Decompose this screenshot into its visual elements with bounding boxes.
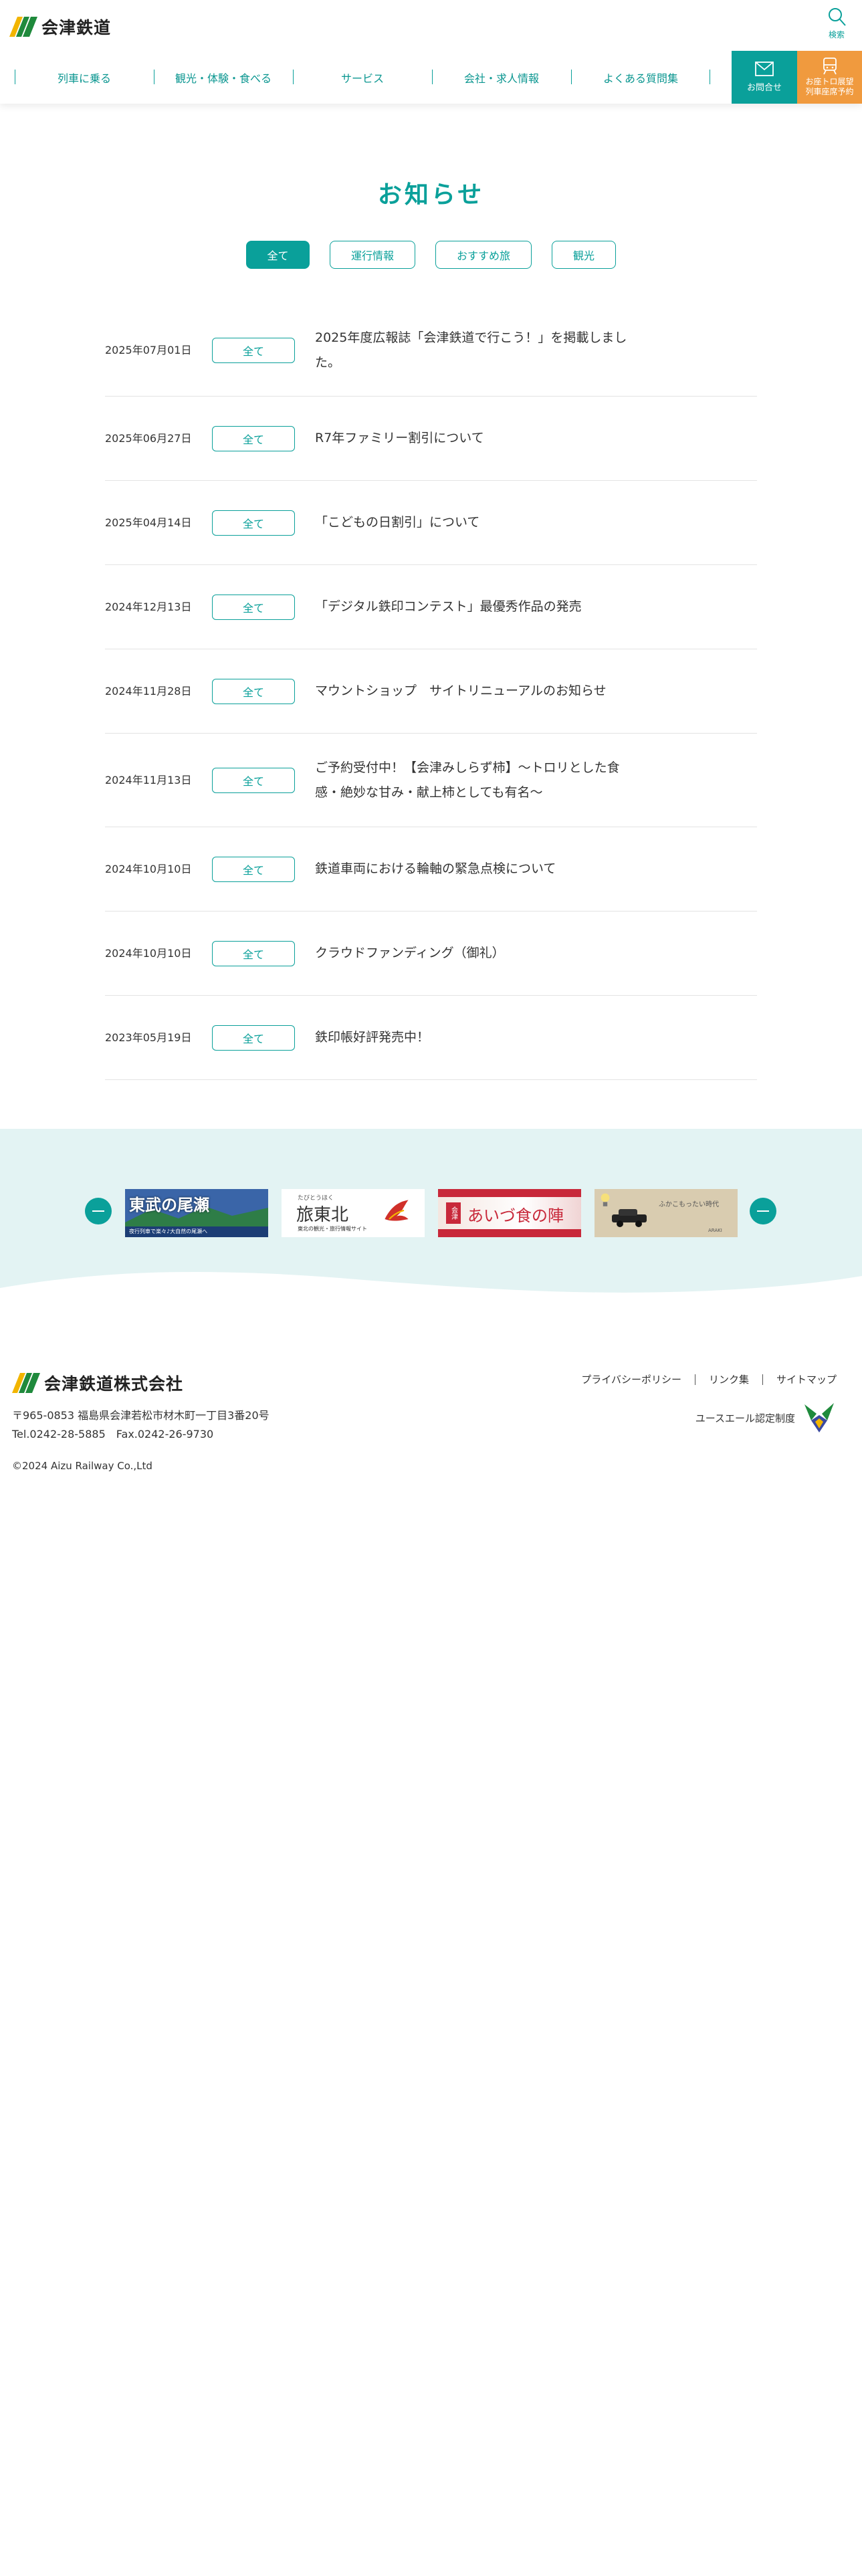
banner-tobu-oze-caption: 夜行列車で楽々♪大自然の尾瀬へ (129, 1228, 208, 1235)
filter-recommended-trips[interactable]: おすすめ旅 (435, 241, 532, 269)
contact-label: お問合せ (746, 83, 782, 93)
carousel-next-button[interactable] (750, 1198, 776, 1224)
main-nav: 列車に乗る 観光・体験・食べる サービス 会社・求人情報 よくある質問集 お問合… (0, 51, 862, 104)
mail-icon (755, 62, 774, 76)
news-title[interactable]: クラウドファンディング（御礼） (315, 941, 636, 966)
dash-icon (92, 1210, 104, 1212)
reserve-label-line2: 列車座席予約 (805, 87, 854, 96)
car-icon (612, 1209, 647, 1227)
news-row[interactable]: 2025年04月14日 全て 「こどもの日割引」について (105, 481, 757, 565)
news-title[interactable]: R7年ファミリー割引について (315, 426, 636, 451)
banner-tobu-oze[interactable]: 東武の尾瀬 夜行列車で楽々♪大自然の尾瀬へ (125, 1189, 268, 1237)
logo-mark-icon (12, 1373, 40, 1393)
filter-sightseeing[interactable]: 観光 (552, 241, 616, 269)
reserve-label-line1: お座トロ展望 (805, 77, 854, 86)
footer-company-name: 会津鉄道株式会社 (44, 1374, 184, 1394)
news-row[interactable]: 2025年06月27日 全て R7年ファミリー割引について (105, 397, 757, 481)
news-tag: 全て (212, 337, 295, 363)
news-title[interactable]: 「こどもの日割引」について (315, 510, 636, 535)
news-title[interactable]: ご予約受付中！【会津みしらず柿】～トロリとした食感・絶妙な甘み・献上柿としても有… (315, 756, 636, 805)
logo-text: 会津鉄道 (41, 18, 112, 37)
news-tag: 全て (212, 678, 295, 704)
news-tag: 全て (212, 510, 295, 536)
logo-mark-icon (9, 17, 37, 37)
contact-button[interactable]: お問合せ (732, 51, 797, 104)
news-date: 2024年11月13日 (105, 773, 192, 786)
news-date: 2025年04月14日 (105, 516, 192, 529)
news-tag: 全て (212, 940, 295, 966)
footer-address-block: 〒965-0853 福島県会津若松市材木町一丁目3番20号 Tel.0242-2… (12, 1406, 270, 1444)
site-header: 会津鉄道 検索 列車に乗る 観光・体験・食べる サービス 会社・求人情報 よくあ… (0, 0, 862, 104)
news-row[interactable]: 2024年12月13日 全て 「デジタル鉄印コンテスト」最優秀作品の発売 (105, 565, 757, 649)
page-title: お知らせ (377, 181, 485, 209)
banner-aizu-badge: 会津 (446, 1202, 461, 1224)
banner-fukakomottai[interactable]: ふかこもったい時代 ARAKI (595, 1189, 738, 1237)
news-date: 2024年10月10日 (105, 946, 192, 960)
footer-tel: Tel.0242-28-5885 Fax.0242-26-9730 (12, 1428, 214, 1440)
news-date: 2023年05月19日 (105, 1031, 192, 1044)
train-icon (823, 58, 837, 75)
banner-tobu-oze-title: 東武の尾瀬 (129, 1195, 209, 1214)
banner-tabitohoku-title: 旅東北 (296, 1205, 349, 1225)
nav-item-sightseeing[interactable]: 観光・体験・食べる (154, 51, 293, 104)
youth-yell-certification[interactable]: ユースエール認定制度 (695, 1400, 837, 1435)
news-title[interactable]: 鉄印帳好評発売中！ (315, 1025, 636, 1050)
lightbulb-icon (601, 1193, 610, 1206)
news-tag: 全て (212, 425, 295, 451)
news-date: 2025年07月01日 (105, 343, 192, 356)
carousel-prev-button[interactable] (85, 1198, 112, 1224)
nav-item-services[interactable]: サービス (293, 51, 432, 104)
youth-yell-icon (804, 1403, 834, 1432)
news-tag: 全て (212, 856, 295, 882)
nav-item-company[interactable]: 会社・求人情報 (432, 51, 571, 104)
dash-icon (757, 1210, 769, 1212)
wave-divider (0, 1271, 862, 1309)
banner-aizu-shokunojin[interactable]: 会津 あいづ食の陣 (438, 1189, 581, 1237)
footer-copyright: ©2024 Aizu Railway Co.,Ltd (12, 1460, 152, 1472)
filter-all[interactable]: 全て (246, 241, 310, 269)
news-row[interactable]: 2024年10月10日 全て 鉄道車両における輪軸の緊急点検について (105, 827, 757, 911)
news-tag: 全て (212, 767, 295, 793)
news-row[interactable]: 2023年05月19日 全て 鉄印帳好評発売中！ (105, 996, 757, 1080)
search-icon (829, 8, 846, 26)
news-title[interactable]: マウントショップ サイトリニューアルのお知らせ (315, 679, 636, 704)
footer-links: プライバシーポリシー リンク集 サイトマップ (568, 1374, 837, 1385)
footer-address: 〒965-0853 福島県会津若松市材木町一丁目3番20号 (12, 1409, 270, 1422)
footer-link-privacy[interactable]: プライバシーポリシー (568, 1374, 695, 1385)
search-label: 検索 (828, 30, 845, 39)
news-title[interactable]: 鉄道車両における輪軸の緊急点検について (315, 857, 636, 881)
footer-logo[interactable]: 会津鉄道株式会社 (12, 1371, 183, 1395)
news-title[interactable]: 「デジタル鉄印コンテスト」最優秀作品の発売 (315, 595, 636, 619)
filter-operation-info[interactable]: 運行情報 (330, 241, 415, 269)
phoenix-icon (385, 1200, 409, 1221)
news-tag: 全て (212, 1025, 295, 1051)
nav-item-ride-trains[interactable]: 列車に乗る (15, 51, 154, 104)
news-date: 2024年12月13日 (105, 600, 192, 613)
youth-yell-label: ユースエール認定制度 (695, 1412, 795, 1424)
news-date: 2025年06月27日 (105, 431, 192, 445)
nav-list: 列車に乗る 観光・体験・食べる サービス 会社・求人情報 よくある質問集 (15, 51, 732, 104)
category-filters: 全て 運行情報 おすすめ旅 観光 (0, 241, 862, 269)
news-row[interactable]: 2024年11月28日 全て マウントショップ サイトリニューアルのお知らせ (105, 649, 757, 734)
news-list: 2025年07月01日 全て 2025年度広報誌「会津鉄道で行こう！」を掲載しま… (105, 304, 757, 1080)
banner-fukakomottai-caption: ARAKI (708, 1228, 722, 1233)
news-date: 2024年10月10日 (105, 862, 192, 875)
footer-link-links[interactable]: リンク集 (694, 1374, 762, 1385)
news-row[interactable]: 2024年10月10日 全て クラウドファンディング（御礼） (105, 911, 757, 996)
search-button[interactable]: 検索 (823, 7, 850, 41)
site-logo[interactable]: 会津鉄道 (9, 15, 111, 39)
news-date: 2024年11月28日 (105, 684, 192, 697)
news-tag: 全て (212, 594, 295, 620)
banner-tabitohoku-caption: 東北の観光・旅行情報サイト (298, 1226, 367, 1232)
reserve-button[interactable]: お座トロ展望 列車座席予約 (797, 51, 862, 104)
news-title[interactable]: 2025年度広報誌「会津鉄道で行こう！」を掲載しました。 (315, 326, 636, 375)
banner-carousel: 東武の尾瀬 夜行列車で楽々♪大自然の尾瀬へ たびとうほく 旅東北 東北の観光・旅… (0, 1129, 862, 1309)
news-row[interactable]: 2024年11月13日 全て ご予約受付中！【会津みしらず柿】～トロリとした食感… (105, 734, 757, 827)
banner-aizu-shokunojin-title: あいづ食の陣 (467, 1206, 564, 1225)
nav-item-faq[interactable]: よくある質問集 (571, 51, 710, 104)
banner-tabitohoku[interactable]: たびとうほく 旅東北 東北の観光・旅行情報サイト (282, 1189, 425, 1237)
footer-link-sitemap[interactable]: サイトマップ (762, 1374, 837, 1385)
news-row[interactable]: 2025年07月01日 全て 2025年度広報誌「会津鉄道で行こう！」を掲載しま… (105, 304, 757, 397)
banner-fukakomottai-title: ふかこもったい時代 (659, 1201, 719, 1208)
